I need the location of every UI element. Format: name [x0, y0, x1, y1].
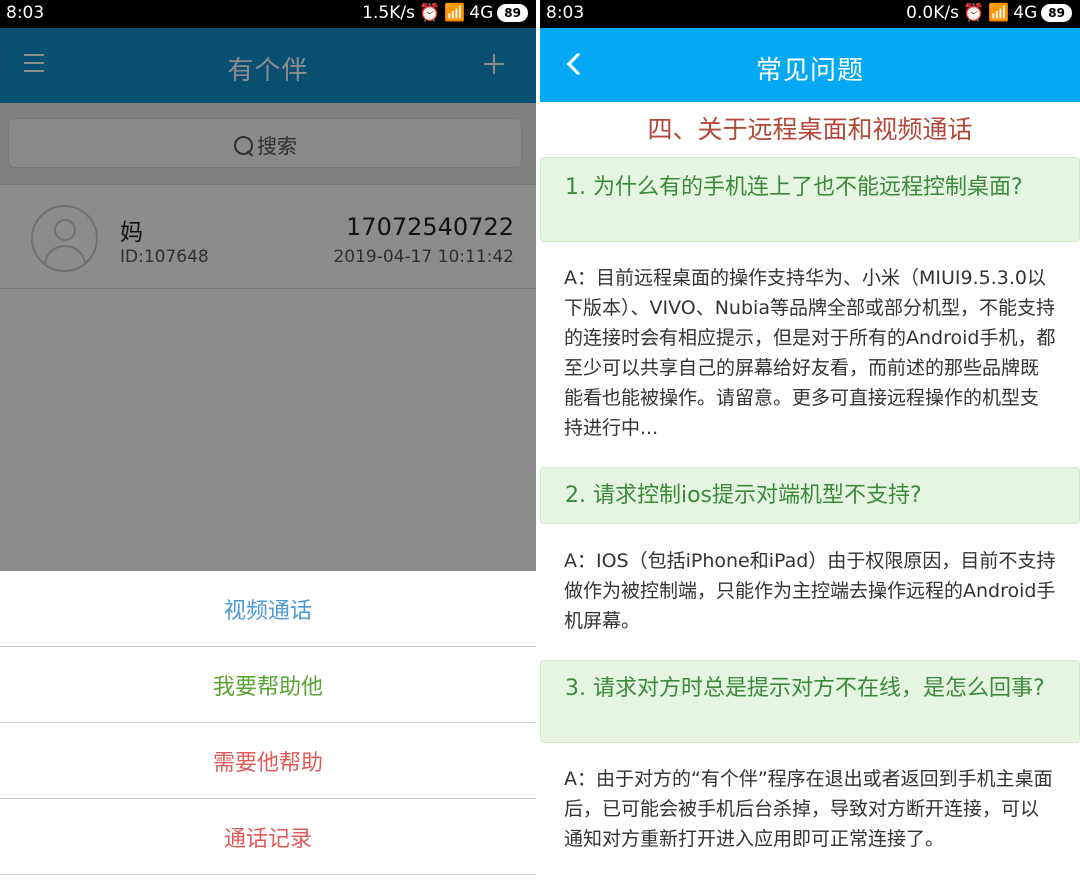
signal-icon: 📶 [444, 3, 466, 23]
faq-item-1: 1. 为什么有的手机连上了也不能远程控制桌面? A：目前远程桌面的操作支持华为、… [540, 157, 1080, 443]
video-call-button[interactable]: 视频通话 [0, 571, 536, 647]
battery-icon: 89 [1041, 4, 1072, 22]
faq-answer: A：目前远程桌面的操作支持华为、小米（MIUI9.5.3.0以下版本）、VIVO… [564, 267, 1056, 439]
action-sheet: 视频通话 我要帮助他 需要他帮助 通话记录 [0, 571, 536, 890]
call-log-button[interactable]: 通话记录 [0, 799, 536, 875]
faq-question[interactable]: 2. 请求控制ios提示对端机型不支持? [540, 467, 1080, 524]
section-title: 四、关于远程桌面和视频通话 [647, 115, 973, 144]
status-icons: 1.5K/s ⏰ 📶 4G 89 [362, 3, 528, 23]
status-bar: 8:03 1.5K/s ⏰ 📶 4G 89 [0, 0, 536, 28]
status-time: 8:03 [546, 3, 585, 23]
page-title: 常见问题 [755, 56, 864, 86]
battery-icon: 89 [497, 4, 528, 22]
faq-question[interactable]: 1. 为什么有的手机连上了也不能远程控制桌面? [540, 157, 1080, 242]
status-time: 8:03 [6, 3, 45, 23]
left-screen: 8:03 1.5K/s ⏰ 📶 4G 89 有个伴 搜索 妈 ID:107648… [0, 0, 536, 890]
network-type: 4G [469, 3, 494, 23]
faq-question[interactable]: 3. 请求对方时总是提示对方不在线，是怎么回事? [540, 660, 1080, 743]
network-speed: 0.0K/s [906, 3, 959, 23]
faq-item-3: 3. 请求对方时总是提示对方不在线，是怎么回事? A：由于对方的“有个伴”程序在… [540, 660, 1080, 854]
signal-icon: 📶 [988, 3, 1010, 23]
right-screen: 8:03 0.0K/s ⏰ 📶 4G 89 常见问题 四、关于远程桌面和视频通话… [540, 0, 1080, 890]
faq-answer: A：由于对方的“有个伴”程序在退出或者返回到手机主桌面后，已可能会被手机后台杀掉… [564, 768, 1053, 850]
status-icons: 0.0K/s ⏰ 📶 4G 89 [906, 3, 1072, 23]
alarm-icon: ⏰ [962, 3, 985, 23]
network-speed: 1.5K/s [362, 3, 415, 23]
help-him-button[interactable]: 我要帮助他 [0, 647, 536, 723]
status-bar: 8:03 0.0K/s ⏰ 📶 4G 89 [540, 0, 1080, 28]
faq-answer: A：IOS（包括iPhone和iPad）由于权限原因，目前不支持做作为被控制端，… [564, 550, 1056, 632]
network-type: 4G [1013, 3, 1038, 23]
need-help-button[interactable]: 需要他帮助 [0, 723, 536, 799]
faq-item-2: 2. 请求控制ios提示对端机型不支持? A：IOS（包括iPhone和iPad… [540, 467, 1080, 636]
alarm-icon: ⏰ [418, 3, 441, 23]
faq-toolbar: 常见问题 [540, 28, 1080, 102]
